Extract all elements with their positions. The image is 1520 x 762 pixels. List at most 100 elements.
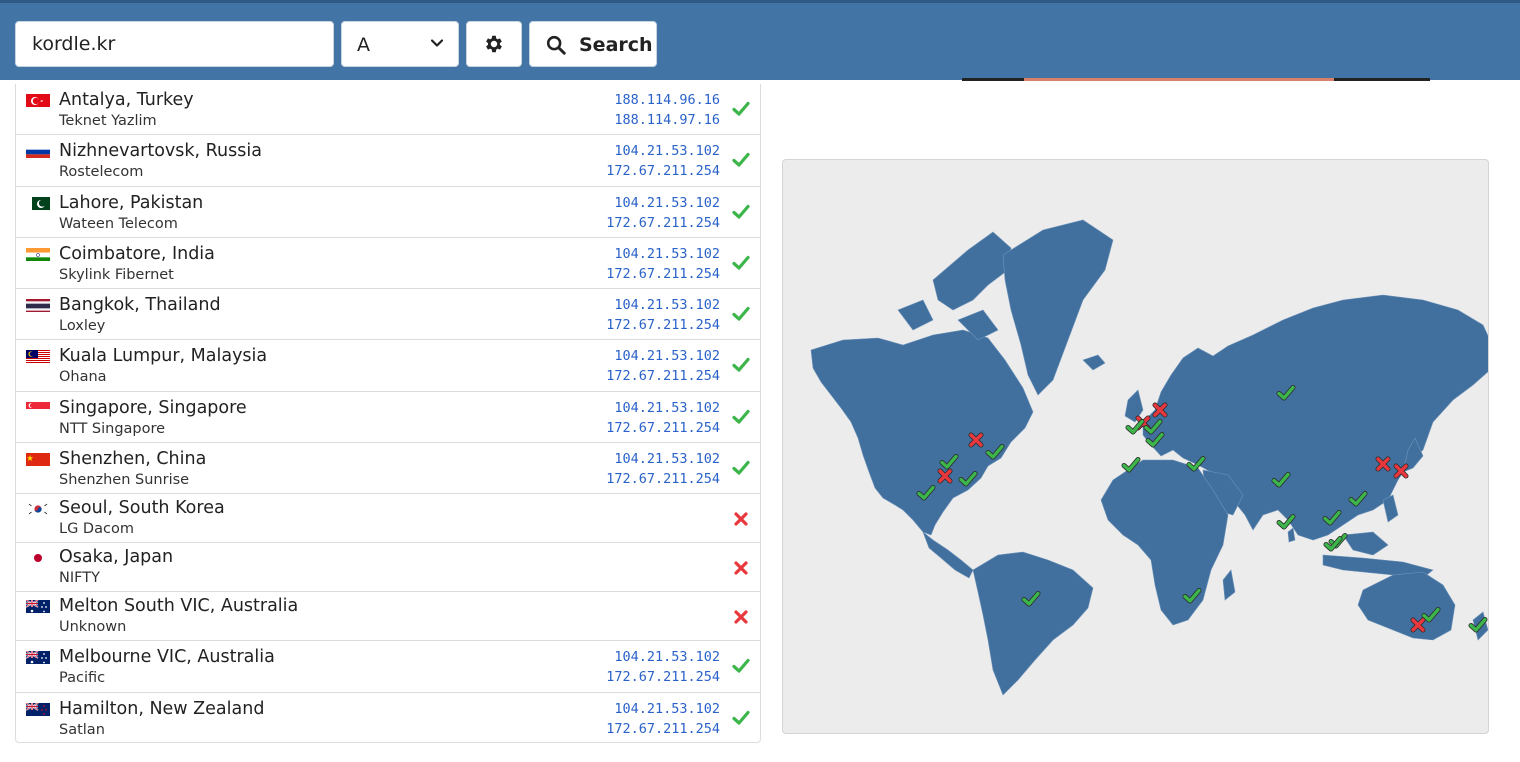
resolved-ip-2: 172.67.211.254 bbox=[606, 669, 720, 686]
resolved-ip-1: 104.21.53.102 bbox=[614, 348, 720, 365]
arctic-islands bbox=[932, 231, 1012, 311]
check-icon bbox=[732, 254, 750, 272]
search-button-label: Search bbox=[579, 34, 653, 56]
provider-name: LG Dacom bbox=[59, 521, 134, 538]
provider-name: NTT Singapore bbox=[59, 420, 166, 437]
result-row: Lahore, Pakistan Wateen Telecom 104.21.53.… bbox=[16, 187, 760, 238]
domain-input[interactable] bbox=[15, 21, 334, 67]
location-name: Singapore, Singapore bbox=[59, 397, 247, 418]
resolved-ip-2: 172.67.211.254 bbox=[606, 214, 720, 231]
resolved-ip-2: 172.67.211.254 bbox=[606, 368, 720, 385]
flag-icon-my bbox=[26, 349, 50, 364]
resolved-ip-1: 104.21.53.102 bbox=[614, 451, 720, 468]
record-type-value: A bbox=[357, 34, 370, 56]
check-icon bbox=[732, 709, 750, 727]
search-icon bbox=[546, 35, 566, 55]
resolved-ip-1: 104.21.53.102 bbox=[614, 649, 720, 666]
flag-icon-cn bbox=[26, 452, 50, 467]
result-row: Coimbatore, India Skylink Fibernet 104.21.… bbox=[16, 238, 760, 290]
resolved-ip-1: 104.21.53.102 bbox=[614, 700, 720, 717]
map-cross-icon bbox=[1375, 456, 1391, 472]
map-cross-icon bbox=[937, 468, 953, 484]
resolved-ip-2: 172.67.211.254 bbox=[606, 163, 720, 180]
location-name: Hamilton, New Zealand bbox=[59, 698, 265, 719]
result-row: Kuala Lumpur, Malaysia Ohana 104.21.53.102… bbox=[16, 340, 760, 392]
map-cross-icon bbox=[968, 432, 984, 448]
resolved-ip-1: 188.114.96.16 bbox=[614, 92, 720, 108]
location-name: Coimbatore, India bbox=[59, 243, 215, 264]
check-icon bbox=[732, 657, 750, 675]
results-list: Antalya, Turkey Teknet Yazlim 188.114.96.1… bbox=[15, 84, 761, 743]
map-cross-icon bbox=[1410, 617, 1426, 633]
record-type-select[interactable]: A bbox=[341, 21, 459, 67]
search-button[interactable]: Search bbox=[529, 21, 657, 67]
check-icon bbox=[732, 203, 750, 221]
result-row: Hamilton, New Zealand Satlan 104.21.53.102… bbox=[16, 693, 760, 742]
chevron-down-icon bbox=[430, 39, 444, 47]
cross-icon bbox=[732, 608, 750, 626]
check-icon bbox=[732, 305, 750, 323]
arctic-islands-2 bbox=[897, 299, 934, 331]
location-name: Melbourne VIC, Australia bbox=[59, 647, 275, 668]
provider-name: Pacific bbox=[59, 670, 106, 687]
location-name: Antalya, Turkey bbox=[59, 90, 194, 110]
flag-icon-ru bbox=[26, 144, 50, 159]
top-toolbar: A Search bbox=[0, 0, 1520, 80]
greenland bbox=[1002, 219, 1114, 396]
check-icon bbox=[732, 100, 750, 118]
north-america-landmass bbox=[810, 329, 1034, 536]
flag-icon-tr bbox=[26, 93, 50, 107]
flag-icon-nz bbox=[26, 701, 50, 716]
provider-name: NIFTY bbox=[59, 570, 100, 587]
resolved-ip-2: 172.67.211.254 bbox=[606, 419, 720, 436]
world-map-svg bbox=[810, 219, 1488, 696]
south-america bbox=[972, 551, 1094, 696]
philippines bbox=[1382, 494, 1399, 523]
madagascar bbox=[1222, 569, 1236, 601]
check-icon bbox=[732, 151, 750, 169]
provider-name: Wateen Telecom bbox=[59, 215, 178, 232]
check-icon bbox=[732, 459, 750, 477]
world-map bbox=[782, 159, 1489, 734]
settings-button[interactable] bbox=[466, 21, 522, 67]
location-name: Seoul, South Korea bbox=[59, 498, 225, 519]
resolved-ip-2: 172.67.211.254 bbox=[606, 471, 720, 488]
result-row: Antalya, Turkey Teknet Yazlim 188.114.96.1… bbox=[16, 84, 760, 136]
check-icon bbox=[732, 408, 750, 426]
result-row: Seoul, South Korea LG Dacom bbox=[16, 494, 760, 544]
resolved-ip-2: 172.67.211.254 bbox=[606, 265, 720, 282]
flag-icon-sg bbox=[26, 401, 50, 415]
provider-name: Ohana bbox=[59, 369, 107, 386]
resolved-ip-2: 172.67.211.254 bbox=[606, 317, 720, 334]
resolved-ip-1: 104.21.53.102 bbox=[614, 297, 720, 314]
provider-name: Rostelecom bbox=[59, 164, 144, 181]
location-name: Osaka, Japan bbox=[59, 547, 174, 568]
result-row: Melbourne VIC, Australia Pacific 104.21.53… bbox=[16, 641, 760, 693]
location-name: Kuala Lumpur, Malaysia bbox=[59, 346, 268, 367]
provider-name: Shenzhen Sunrise bbox=[59, 472, 190, 489]
result-row: Shenzhen, China Shenzhen Sunrise 104.21.53… bbox=[16, 443, 760, 495]
result-row: Bangkok, Thailand Loxley 104.21.53.102 172.… bbox=[16, 289, 760, 341]
map-check-icon bbox=[1125, 419, 1145, 435]
flag-icon-pk bbox=[26, 196, 50, 210]
location-name: Melton South VIC, Australia bbox=[59, 596, 299, 617]
provider-name: Skylink Fibernet bbox=[59, 266, 174, 283]
resolved-ip-2: 188.114.97.16 bbox=[614, 112, 720, 128]
provider-name: Teknet Yazlim bbox=[59, 113, 157, 129]
sri-lanka bbox=[1287, 527, 1296, 543]
provider-name: Satlan bbox=[59, 721, 105, 738]
cross-icon bbox=[732, 510, 750, 528]
flag-icon-th bbox=[26, 298, 50, 313]
ad-banner-edge bbox=[962, 78, 1430, 81]
cross-icon bbox=[732, 559, 750, 577]
resolved-ip-1: 104.21.53.102 bbox=[614, 194, 720, 211]
provider-name: Loxley bbox=[59, 318, 106, 335]
gear-icon bbox=[486, 35, 502, 53]
location-name: Bangkok, Thailand bbox=[59, 295, 221, 316]
resolved-ip-2: 172.67.211.254 bbox=[606, 720, 720, 737]
result-row: Nizhnevartovsk, Russia Rostelecom 104.21.5… bbox=[16, 135, 760, 187]
africa bbox=[1100, 459, 1229, 626]
flag-icon-kr bbox=[26, 501, 50, 516]
resolved-ip-1: 104.21.53.102 bbox=[614, 399, 720, 416]
provider-name: Unknown bbox=[59, 619, 127, 636]
